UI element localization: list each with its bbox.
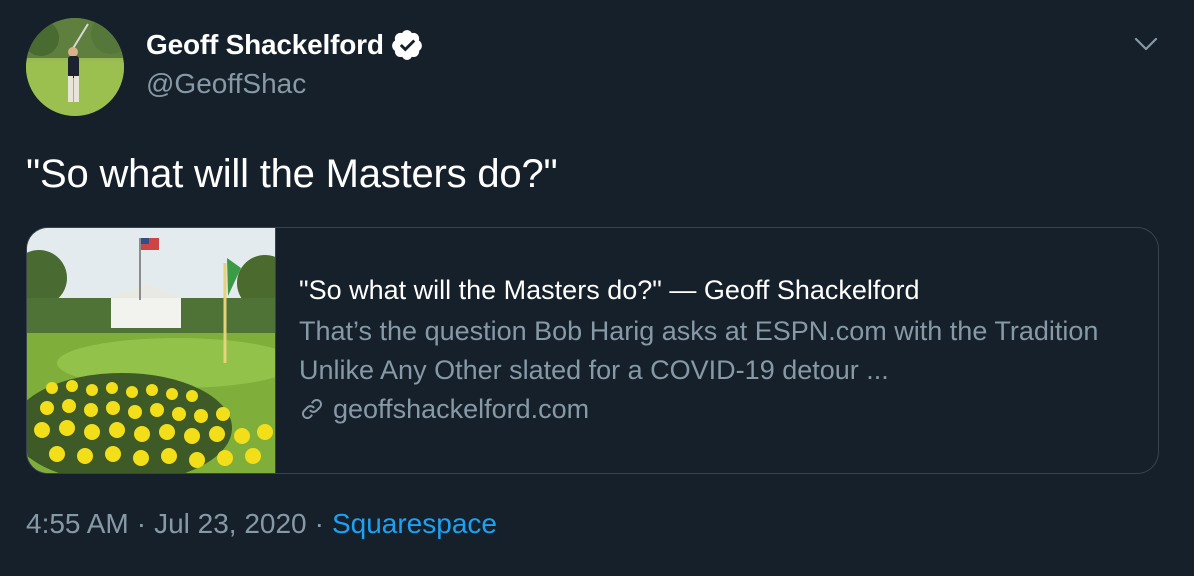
tweet-text: "So what will the Masters do?": [26, 152, 558, 196]
tweet-date[interactable]: Jul 23, 2020: [154, 508, 307, 540]
card-thumbnail-image: [27, 228, 276, 473]
footer-separator: ·: [314, 508, 324, 539]
chevron-down-icon[interactable]: [1131, 32, 1161, 56]
tweet-footer: 4:55 AM · Jul 23, 2020 · Squarespace: [26, 508, 497, 540]
avatar[interactable]: [26, 18, 124, 116]
card-body[interactable]: "So what will the Masters do?" — Geoff S…: [299, 273, 1138, 427]
verified-badge-icon: [391, 30, 422, 60]
tweet-source-link[interactable]: Squarespace: [332, 508, 497, 540]
footer-separator: ·: [136, 508, 147, 539]
author-name-row[interactable]: Geoff Shackelford: [146, 28, 424, 62]
card-description: That’s the question Bob Harig asks at ES…: [299, 316, 1099, 385]
link-icon: [302, 399, 322, 419]
avatar-golfer-image: [26, 18, 124, 116]
card-domain-row[interactable]: geoffshackelford.com: [299, 391, 1138, 427]
card-title[interactable]: "So what will the Masters do?" — Geoff S…: [299, 273, 1138, 307]
link-preview-card[interactable]: "So what will the Masters do?" — Geoff S…: [26, 227, 1159, 474]
author-handle[interactable]: @GeoffShac: [146, 68, 306, 100]
tweet: Geoff Shackelford @GeoffShac "So what wi…: [0, 0, 1194, 576]
author-display-name[interactable]: Geoff Shackelford: [146, 29, 384, 61]
card-domain[interactable]: geoffshackelford.com: [333, 391, 589, 427]
tweet-time[interactable]: 4:55 AM: [26, 508, 129, 540]
